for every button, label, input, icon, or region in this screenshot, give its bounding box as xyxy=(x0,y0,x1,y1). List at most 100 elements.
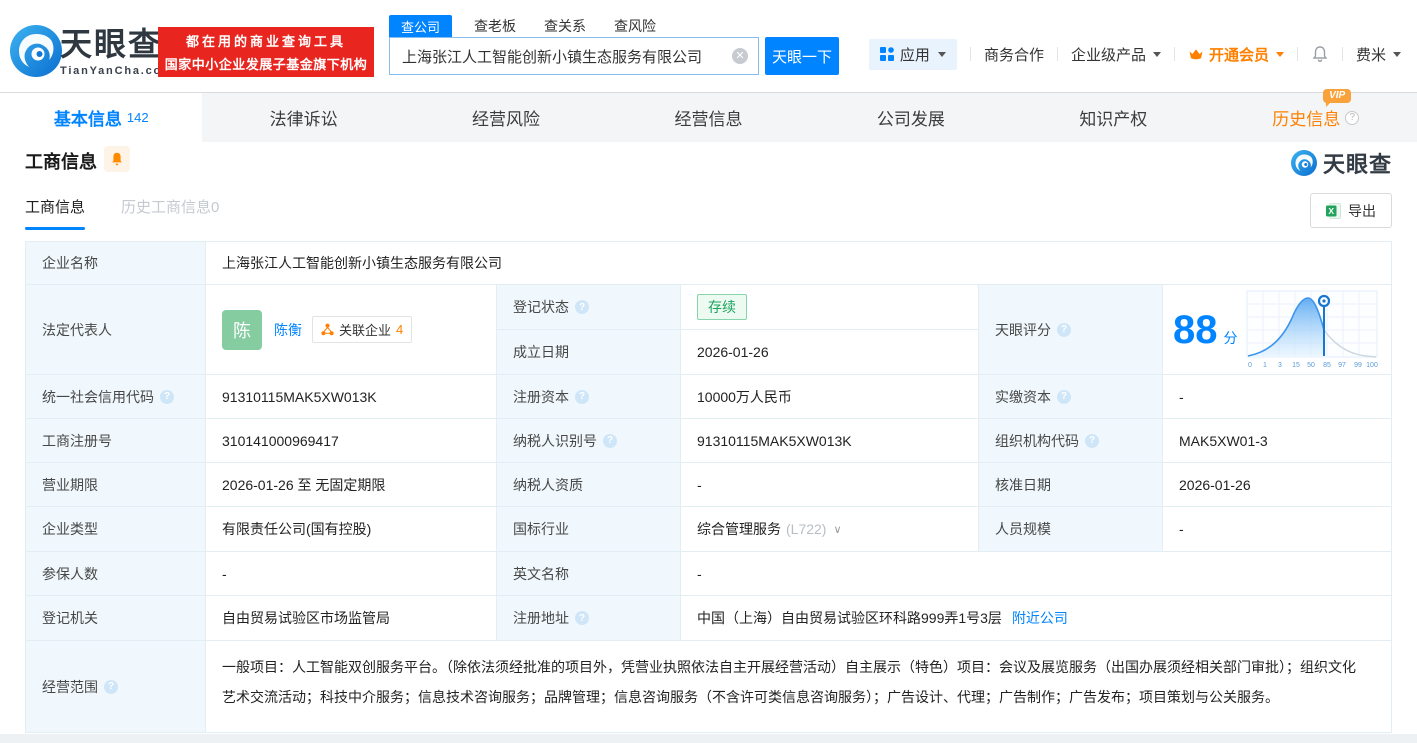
nav-label: 公司发展 xyxy=(876,110,945,129)
help-icon[interactable]: ? xyxy=(1085,433,1099,448)
legal-rep-name-link[interactable]: 陈衡 xyxy=(274,320,302,340)
search-tab-risk[interactable]: 查风险 xyxy=(614,16,656,36)
field-label-english-name: 英文名称 xyxy=(497,552,681,596)
svg-text:50: 50 xyxy=(1307,362,1315,369)
search-tab-boss[interactable]: 查老板 xyxy=(474,16,516,36)
nav-tab-legal[interactable]: 法律诉讼 xyxy=(202,93,404,142)
user-menu[interactable]: 费米 xyxy=(1356,44,1401,65)
search-button[interactable]: 天眼一下 xyxy=(765,37,839,75)
nav-tab-history-info[interactable]: 历史信息 VIP ? xyxy=(1215,89,1417,142)
help-icon[interactable]: ? xyxy=(1057,389,1071,404)
label-text: 统一社会信用代码 xyxy=(42,388,154,405)
label-text: 企业名称 xyxy=(42,255,98,271)
label-text: 天眼评分 xyxy=(995,321,1051,338)
nav-label: 经营风险 xyxy=(472,110,541,129)
help-icon[interactable]: ? xyxy=(1057,322,1071,337)
nav-tab-operating-info[interactable]: 经营信息 xyxy=(607,93,809,142)
value-text: - xyxy=(697,476,702,493)
label-text: 组织机构代码 xyxy=(995,432,1079,449)
field-value-business-scope: 一般项目：人工智能双创服务平台。（除依法须经批准的项目外，凭营业执照依法自主开展… xyxy=(206,641,1391,732)
help-icon[interactable]: ? xyxy=(575,611,589,625)
value-text: 自由贸易试验区市场监管局 xyxy=(222,610,390,626)
nav-tab-intellectual-property[interactable]: 知识产权 xyxy=(1012,93,1214,142)
label-text: 人员规模 xyxy=(995,521,1051,537)
help-icon[interactable]: ? xyxy=(603,433,617,448)
enterprise-products-menu[interactable]: 企业级产品 xyxy=(1071,44,1161,65)
search-input[interactable] xyxy=(390,47,732,65)
value-text: - xyxy=(1179,388,1184,405)
open-vip-menu[interactable]: 开通会员 xyxy=(1188,44,1284,65)
status-badge: 存续 xyxy=(697,294,747,320)
nearby-companies-link[interactable]: 附近公司 xyxy=(1012,608,1068,628)
nav-tab-operating-risk[interactable]: 经营风险 xyxy=(405,93,607,142)
search-tab-relation[interactable]: 查关系 xyxy=(544,16,586,36)
search-area: 查公司 查老板 查关系 查风险 ✕ xyxy=(389,15,759,75)
help-icon[interactable]: ? xyxy=(1345,110,1360,125)
field-value-company-name: 上海张江人工智能创新小镇生态服务有限公司 xyxy=(206,242,1391,285)
bell-icon xyxy=(112,152,122,165)
field-label-staff-size: 人员规模 xyxy=(979,507,1163,552)
value-text: - xyxy=(222,565,227,582)
nav-tab-basic-info[interactable]: 基本信息 142 xyxy=(0,93,203,142)
apps-label: 应用 xyxy=(899,46,930,64)
value-text: 2026-01-26 xyxy=(697,344,769,360)
logo-subtitle: TianYanCha.com xyxy=(60,65,174,77)
chevron-down-icon xyxy=(1275,51,1284,57)
clear-search-icon[interactable]: ✕ xyxy=(732,48,748,64)
field-label-reg-authority: 登记机关 xyxy=(26,596,206,641)
chevron-down-icon[interactable]: ∨ xyxy=(833,523,841,536)
watermark-text: 天眼查 xyxy=(1322,152,1392,177)
label-text: 注册地址 xyxy=(513,610,569,626)
value-text: 有限责任公司(国有控股) xyxy=(222,521,372,537)
help-icon[interactable]: ? xyxy=(104,679,118,694)
export-button[interactable]: X 导出 xyxy=(1310,193,1392,228)
username: 费米 xyxy=(1355,46,1386,64)
enterprise-label: 企业级产品 xyxy=(1070,46,1146,64)
legal-rep-avatar[interactable]: 陈 xyxy=(222,309,262,350)
subtab-history-business-info[interactable]: 历史工商信息0 xyxy=(121,196,219,217)
label-text: 核准日期 xyxy=(995,476,1051,493)
field-label-business-scope: 经营范围 ? xyxy=(26,641,206,732)
field-value-reg-authority: 自由贸易试验区市场监管局 xyxy=(206,596,497,641)
field-label-company-name: 企业名称 xyxy=(26,242,206,285)
nav-tab-company-development[interactable]: 公司发展 xyxy=(810,93,1012,142)
nav-count-badge: 142 xyxy=(126,110,149,125)
notifications-button[interactable] xyxy=(1311,45,1329,63)
apps-menu[interactable]: 应用 xyxy=(868,38,957,70)
business-info-subtabs: 工商信息 历史工商信息0 xyxy=(25,196,219,230)
watermark-logo: 天眼查 xyxy=(1290,147,1392,179)
help-icon[interactable]: ? xyxy=(575,300,589,314)
field-label-taxpayer-id: 纳税人识别号 ? xyxy=(497,419,681,463)
logo-title: 天眼查 xyxy=(60,26,163,62)
related-companies-badge[interactable]: 关联企业 4 xyxy=(312,316,413,343)
label-text: 实缴资本 xyxy=(995,388,1051,405)
nav-label: 知识产权 xyxy=(1079,110,1148,129)
help-icon[interactable]: ? xyxy=(160,389,174,404)
field-value-reg-capital: 10000万人民币 xyxy=(681,375,979,419)
excel-icon: X xyxy=(1326,202,1341,219)
banner-line2: 国家中小企业发展子基金旗下机构 xyxy=(164,57,368,72)
svg-text:100: 100 xyxy=(1366,362,1378,369)
chevron-down-icon xyxy=(937,51,946,57)
field-label-reg-status: 登记状态 ? xyxy=(497,285,681,330)
business-cooperation-link[interactable]: 商务合作 xyxy=(984,44,1044,65)
subscribe-bell-button[interactable] xyxy=(104,146,130,172)
svg-text:X: X xyxy=(1328,206,1334,216)
tianyancha-logo-icon[interactable] xyxy=(10,25,62,82)
search-tabs: 查公司 查老板 查关系 查风险 xyxy=(389,15,759,37)
field-label-approval-date: 核准日期 xyxy=(979,463,1163,507)
network-icon xyxy=(321,323,334,336)
label-text: 成立日期 xyxy=(513,344,569,360)
tianyancha-logo-text[interactable]: 天眼查 TianYanCha.com xyxy=(60,28,174,77)
subtab-business-info[interactable]: 工商信息 xyxy=(25,196,86,230)
field-value-business-term: 2026-01-26 至 无固定期限 xyxy=(206,463,497,507)
field-value-insured-count: - xyxy=(206,552,497,596)
field-label-paid-capital: 实缴资本 ? xyxy=(979,375,1163,419)
apps-grid-icon xyxy=(879,47,894,61)
field-value-score: 88 分 0 1 3 15 50 85 97 99 100 xyxy=(1163,285,1391,375)
nav-label: 历史信息 xyxy=(1272,110,1341,129)
nav-label: 法律诉讼 xyxy=(269,110,338,129)
help-icon[interactable]: ? xyxy=(575,389,589,404)
search-tab-company[interactable]: 查公司 xyxy=(389,15,453,37)
svg-text:1: 1 xyxy=(1263,362,1267,369)
